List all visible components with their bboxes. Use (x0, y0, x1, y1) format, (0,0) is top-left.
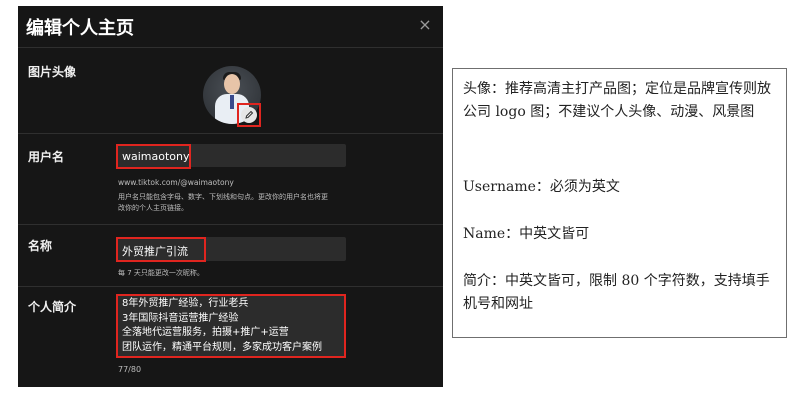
username-divider (18, 224, 443, 225)
name-label: 名称 (28, 239, 53, 253)
name-value: 外贸推广引流 (122, 245, 188, 258)
bio-char-counter: 77/80 (118, 365, 142, 374)
bio-line: 团队运作，精通平台规则，多家成功客户案例 (122, 341, 322, 353)
bio-note: 简介：中英文皆可，限制 80 个字符数，支持填手机号和网址 (463, 273, 770, 312)
bio-line: 8年外贸推广经验，行业老兵 (122, 298, 249, 309)
bio-line: 全落地代运营服务，拍摄+推广+运营 (122, 327, 289, 338)
username-value: waimaotony (122, 150, 190, 163)
name-divider (18, 286, 443, 287)
bio-label: 个人简介 (28, 300, 77, 314)
header-divider (18, 47, 443, 48)
pencil-icon (245, 110, 254, 119)
username-hint-line2: 改你的个人主页链接。 (118, 204, 188, 212)
profile-url: www.tiktok.com/@waimaotony (118, 178, 234, 187)
avatar-label: 图片头像 (28, 65, 77, 79)
dialog-header: 编辑个人主页 × (18, 6, 443, 46)
avatar-divider (18, 133, 443, 134)
bio-line: 3年国际抖音运营推广经验 (122, 312, 239, 324)
dialog-title: 编辑个人主页 (26, 18, 134, 39)
username-label: 用户名 (28, 150, 65, 164)
username-note: Username：必须为英文 (463, 179, 620, 195)
close-icon[interactable]: × (417, 17, 433, 33)
name-hint: 每 7 天只能更改一次昵称。 (118, 269, 204, 277)
bio-text: 8年外贸推广经验，行业老兵 3年国际抖音运营推广经验 全落地代运营服务，拍摄+推… (122, 297, 322, 355)
name-note: Name：中英文皆可 (463, 226, 590, 242)
avatar-note: 头像：推荐高清主打产品图；定位是品牌宣传则放公司 logo 图；不建议个人头像、… (463, 81, 771, 120)
username-hint-line1: 用户名只能包含字母、数字、下划线和句点。更改你的用户名也将更 (118, 193, 328, 201)
annotation-box: 头像：推荐高清主打产品图；定位是品牌宣传则放公司 logo 图；不建议个人头像、… (452, 68, 787, 338)
edit-profile-dialog: 编辑个人主页 × 图片头像 用户名 waimaotony www.tiktok.… (18, 6, 443, 387)
edit-avatar-button[interactable] (237, 103, 261, 127)
